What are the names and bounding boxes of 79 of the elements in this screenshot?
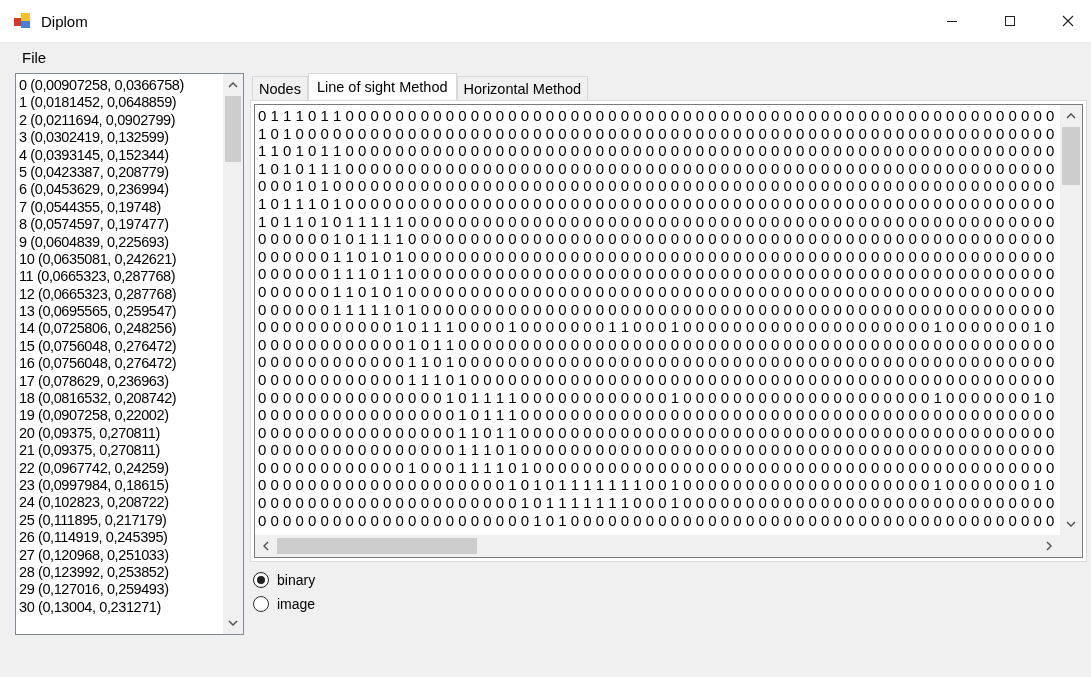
tab[interactable]: Nodes xyxy=(252,76,308,100)
matrix-row-text: 0 0 0 0 0 0 0 0 0 0 0 0 1 0 1 1 0 0 0 0 0 0 0 0 0 0 0 0 0 0 0 0 0 0 0 0 0 0 0 0 0 0 0 0 0 0 0 0 0 0 0 0 0 0 0 0 0 0 0 0 0 0 0 0 xyxy=(258,335,1056,354)
list-item[interactable]: 22 (0,0967742, 0,24259) xyxy=(19,459,223,477)
matrix-row-text: 0 0 0 0 0 0 0 0 0 0 0 0 1 1 1 0 1 0 0 0 0 0 0 0 0 0 0 0 0 0 0 0 0 0 0 0 0 0 0 0 0 0 0 0 0 0 0 0 0 0 0 0 0 0 0 0 0 0 0 0 0 0 0 0 xyxy=(258,370,1056,389)
list-item[interactable]: 9 (0,0604839, 0,225693) xyxy=(19,233,223,251)
matrix-row-text: 0 0 0 0 0 0 0 0 0 0 0 1 0 1 1 1 0 0 0 0 1 0 0 0 0 0 0 0 1 1 0 0 0 1 0 0 0 0 0 0 0 0 0 0 0 0 0 0 0 0 0 0 0 0 1 0 0 0 0 0 0 0 1 0 xyxy=(258,318,1056,336)
list-item[interactable]: 10 (0,0635081, 0,242621) xyxy=(19,250,223,269)
list-item[interactable]: 0 (0,00907258, 0,0366758) xyxy=(19,77,223,95)
menu-item[interactable]: File xyxy=(14,48,55,66)
scrollbar[interactable] xyxy=(223,74,243,634)
matrix-row-text: 0 0 0 0 0 0 0 0 0 0 0 0 0 0 0 0 0 0 0 0 1 0 1 0 1 1 1 1 1 1 1 0 0 1 0 0 0 0 0 0 0 0 0 0 0 0 0 0 0 0 0 0 0 0 1 0 0 0 0 0 0 0 1 0 xyxy=(258,476,1056,495)
list-item[interactable]: 7 (0,0544355, 0,19748) xyxy=(19,198,223,217)
matrix-row-text: 0 0 0 0 0 0 0 0 0 0 0 0 0 0 0 1 0 1 1 1 1 0 0 0 0 0 0 0 0 0 0 0 0 1 0 0 0 0 0 0 0 0 0 0 0 0 0 0 0 0 0 0 0 0 1 0 0 0 0 0 0 0 1 0 xyxy=(258,388,1056,407)
list-item[interactable]: 5 (0,0423387, 0,208779) xyxy=(19,163,223,182)
list-item[interactable]: 8 (0,0574597, 0,197477) xyxy=(19,216,223,234)
scroll-up-icon[interactable] xyxy=(228,82,238,88)
scroll-right-icon[interactable] xyxy=(1046,541,1052,551)
list-item[interactable]: 14 (0,0725806, 0,248256) xyxy=(19,320,223,338)
scroll-up-icon[interactable] xyxy=(1066,113,1076,119)
matrix-row-text: 0 0 0 0 0 0 0 0 0 0 0 0 0 0 0 0 0 0 0 0 0 0 1 0 1 0 0 0 0 0 0 0 0 0 0 0 0 0 0 0 0 0 0 0 0 0 0 0 0 0 0 0 0 0 0 0 0 0 0 0 0 0 0 0 xyxy=(258,511,1056,530)
list-item[interactable]: 27 (0,120968, 0,251033) xyxy=(19,546,223,564)
matrix-row-text: 0 1 1 1 0 1 1 0 0 0 0 0 0 0 0 0 0 0 0 0 0 0 0 0 0 0 0 0 0 0 0 0 0 0 0 0 0 0 0 0 0 0 0 0 0 0 0 0 0 0 0 0 0 0 0 0 0 0 0 0 0 0 0 0 xyxy=(258,107,1056,125)
matrix-row-text: 1 1 0 1 0 1 1 0 0 0 0 0 0 0 0 0 0 0 0 0 0 0 0 0 0 0 0 0 0 0 0 0 0 0 0 0 0 0 0 0 0 0 0 0 0 0 0 0 0 0 0 0 0 0 0 0 0 0 0 0 0 0 0 0 xyxy=(258,142,1056,160)
list-item[interactable]: 12 (0,0665323, 0,287768) xyxy=(19,285,223,304)
list-item[interactable]: 4 (0,0393145, 0,152344) xyxy=(19,146,223,164)
scrollbar[interactable] xyxy=(1060,105,1082,535)
list-item[interactable]: 13 (0,0695565, 0,259547) xyxy=(19,303,223,321)
maximize-icon xyxy=(1004,15,1016,27)
list-item[interactable]: 19 (0,0907258, 0,22002) xyxy=(19,407,223,425)
list-item[interactable]: 2 (0,0211694, 0,0902799) xyxy=(19,111,223,130)
list-item[interactable]: 20 (0,09375, 0,270811) xyxy=(19,424,223,443)
window-title: Diplom xyxy=(41,12,88,30)
list-item[interactable]: 11 (0,0665323, 0,287768) xyxy=(19,268,223,286)
list-item[interactable]: 6 (0,0453629, 0,236994) xyxy=(19,181,223,199)
matrix-row-text: 1 0 1 0 0 0 0 0 0 0 0 0 0 0 0 0 0 0 0 0 0 0 0 0 0 0 0 0 0 0 0 0 0 0 0 0 0 0 0 0 0 0 0 0 0 0 0 0 0 0 0 0 0 0 0 0 0 0 0 0 0 0 0 0 xyxy=(258,124,1056,143)
matrix-row-text: 0 0 0 0 0 0 0 0 0 0 0 0 0 0 0 0 0 0 0 0 0 1 0 1 1 1 1 1 1 1 0 0 0 1 0 0 0 0 0 0 0 0 0 0 0 0 0 0 0 0 0 0 0 0 0 0 0 0 0 0 0 0 0 0 xyxy=(258,494,1056,512)
list-item[interactable]: 23 (0,0997984, 0,18615) xyxy=(19,477,223,495)
scrollbar-thumb[interactable] xyxy=(1062,127,1080,185)
radio-button[interactable] xyxy=(253,596,269,612)
scroll-down-icon[interactable] xyxy=(228,620,238,626)
app-icon xyxy=(13,12,31,30)
list-item[interactable]: 1 (0,0181452, 0,0648859) xyxy=(19,94,223,112)
tab[interactable]: Line of sight Method xyxy=(307,73,457,100)
scroll-down-icon[interactable] xyxy=(1066,521,1076,527)
matrix-row-text: 1 0 1 0 1 1 1 0 0 0 0 0 0 0 0 0 0 0 0 0 0 0 0 0 0 0 0 0 0 0 0 0 0 0 0 0 0 0 0 0 0 0 0 0 0 0 0 0 0 0 0 0 0 0 0 0 0 0 0 0 0 0 0 0 xyxy=(258,159,1056,178)
scrollbar-thumb[interactable] xyxy=(225,96,241,162)
list-item[interactable]: 24 (0,102823, 0,208722) xyxy=(19,494,223,512)
scrollbar[interactable] xyxy=(255,535,1082,557)
matrix-row-text: 0 0 0 0 0 0 1 1 0 1 0 1 0 0 0 0 0 0 0 0 0 0 0 0 0 0 0 0 0 0 0 0 0 0 0 0 0 0 0 0 0 0 0 0 0 0 0 0 0 0 0 0 0 0 0 0 0 0 0 0 0 0 0 0 xyxy=(258,282,1056,301)
matrix-row-text: 0 0 0 0 0 0 0 0 0 0 0 0 0 0 0 0 1 1 0 1 1 0 0 0 0 0 0 0 0 0 0 0 0 0 0 0 0 0 0 0 0 0 0 0 0 0 0 0 0 0 0 0 0 0 0 0 0 0 0 0 0 0 0 0 xyxy=(258,423,1056,442)
list-item[interactable]: 17 (0,078629, 0,236963) xyxy=(19,372,223,391)
list-item[interactable]: 28 (0,123992, 0,253852) xyxy=(19,563,223,582)
matrix-row-text: 0 0 0 0 0 0 0 0 0 0 0 0 1 1 0 1 0 0 0 0 0 0 0 0 0 0 0 0 0 0 0 0 0 0 0 0 0 0 0 0 0 0 0 0 0 0 0 0 0 0 0 0 0 0 0 0 0 0 0 0 0 0 0 0 xyxy=(258,353,1056,371)
radio-button[interactable] xyxy=(253,572,269,588)
scrollbar-thumb[interactable] xyxy=(277,538,477,554)
matrix-row-text: 0 0 0 0 0 0 0 0 0 0 0 0 1 0 0 0 1 1 1 1 0 1 0 0 0 0 0 0 0 0 0 0 0 0 0 0 0 0 0 0 0 0 0 0 0 0 0 0 0 0 0 0 0 0 0 0 0 0 0 0 0 0 0 0 xyxy=(258,458,1056,477)
list-item[interactable]: 18 (0,0816532, 0,208742) xyxy=(19,390,223,408)
matrix-row-text: 0 0 0 0 0 0 1 1 1 0 1 1 0 0 0 0 0 0 0 0 0 0 0 0 0 0 0 0 0 0 0 0 0 0 0 0 0 0 0 0 0 0 0 0 0 0 0 0 0 0 0 0 0 0 0 0 0 0 0 0 0 0 0 0 xyxy=(258,265,1056,283)
matrix-row-text: 0 0 0 0 0 0 0 0 0 0 0 0 0 0 0 0 1 1 1 0 1 0 0 0 0 0 0 0 0 0 0 0 0 0 0 0 0 0 0 0 0 0 0 0 0 0 0 0 0 0 0 0 0 0 0 0 0 0 0 0 0 0 0 0 xyxy=(258,441,1056,459)
close-icon xyxy=(1062,15,1074,27)
radio-label[interactable]: binary xyxy=(277,572,316,588)
tab[interactable]: Horizontal Method xyxy=(456,76,589,100)
list-item[interactable]: 15 (0,0756048, 0,276472) xyxy=(19,337,223,356)
matrix-row-text: 0 0 0 0 0 0 0 0 0 0 0 0 0 0 0 0 1 0 1 1 1 0 0 0 0 0 0 0 0 0 0 0 0 0 0 0 0 0 0 0 0 0 0 0 0 0 0 0 0 0 0 0 0 0 0 0 0 0 0 0 0 0 0 0 xyxy=(258,406,1056,424)
list-item[interactable]: 16 (0,0756048, 0,276472) xyxy=(19,355,223,373)
list-item[interactable]: 3 (0,0302419, 0,132599) xyxy=(19,129,223,147)
matrix-row-text: 1 0 1 1 0 1 0 1 1 1 1 1 0 0 0 0 0 0 0 0 0 0 0 0 0 0 0 0 0 0 0 0 0 0 0 0 0 0 0 0 0 0 0 0 0 0 0 0 0 0 0 0 0 0 0 0 0 0 0 0 0 0 0 0 xyxy=(258,212,1056,231)
matrix-row-text: 0 0 0 1 0 1 0 0 0 0 0 0 0 0 0 0 0 0 0 0 0 0 0 0 0 0 0 0 0 0 0 0 0 0 0 0 0 0 0 0 0 0 0 0 0 0 0 0 0 0 0 0 0 0 0 0 0 0 0 0 0 0 0 0 xyxy=(258,177,1056,195)
matrix-row-text: 0 0 0 0 0 0 1 0 1 1 1 1 0 0 0 0 0 0 0 0 0 0 0 0 0 0 0 0 0 0 0 0 0 0 0 0 0 0 0 0 0 0 0 0 0 0 0 0 0 0 0 0 0 0 0 0 0 0 0 0 0 0 0 0 xyxy=(258,230,1056,248)
list-item[interactable]: 21 (0,09375, 0,270811) xyxy=(19,442,223,460)
matrix-row-text: 1 0 1 1 1 0 1 0 0 0 0 0 0 0 0 0 0 0 0 0 0 0 0 0 0 0 0 0 0 0 0 0 0 0 0 0 0 0 0 0 0 0 0 0 0 0 0 0 0 0 0 0 0 0 0 0 0 0 0 0 0 0 0 0 xyxy=(258,194,1056,213)
list-item[interactable]: 25 (0,111895, 0,217179) xyxy=(19,511,223,530)
list-item[interactable]: 30 (0,13004, 0,231271) xyxy=(19,598,223,617)
radio-label[interactable]: image xyxy=(277,596,316,612)
matrix-row-text: 0 0 0 0 0 0 1 1 0 1 0 1 0 0 0 0 0 0 0 0 0 0 0 0 0 0 0 0 0 0 0 0 0 0 0 0 0 0 0 0 0 0 0 0 0 0 0 0 0 0 0 0 0 0 0 0 0 0 0 0 0 0 0 0 xyxy=(258,247,1056,266)
list-item[interactable]: 26 (0,114919, 0,245395) xyxy=(19,529,223,547)
scroll-left-icon[interactable] xyxy=(263,541,269,551)
list-item[interactable]: 29 (0,127016, 0,259493) xyxy=(19,581,223,599)
matrix-row-text: 0 0 0 0 0 0 1 1 1 1 1 0 1 0 0 0 0 0 0 0 0 0 0 0 0 0 0 0 0 0 0 0 0 0 0 0 0 0 0 0 0 0 0 0 0 0 0 0 0 0 0 0 0 0 0 0 0 0 0 0 0 0 0 0 xyxy=(258,300,1056,319)
